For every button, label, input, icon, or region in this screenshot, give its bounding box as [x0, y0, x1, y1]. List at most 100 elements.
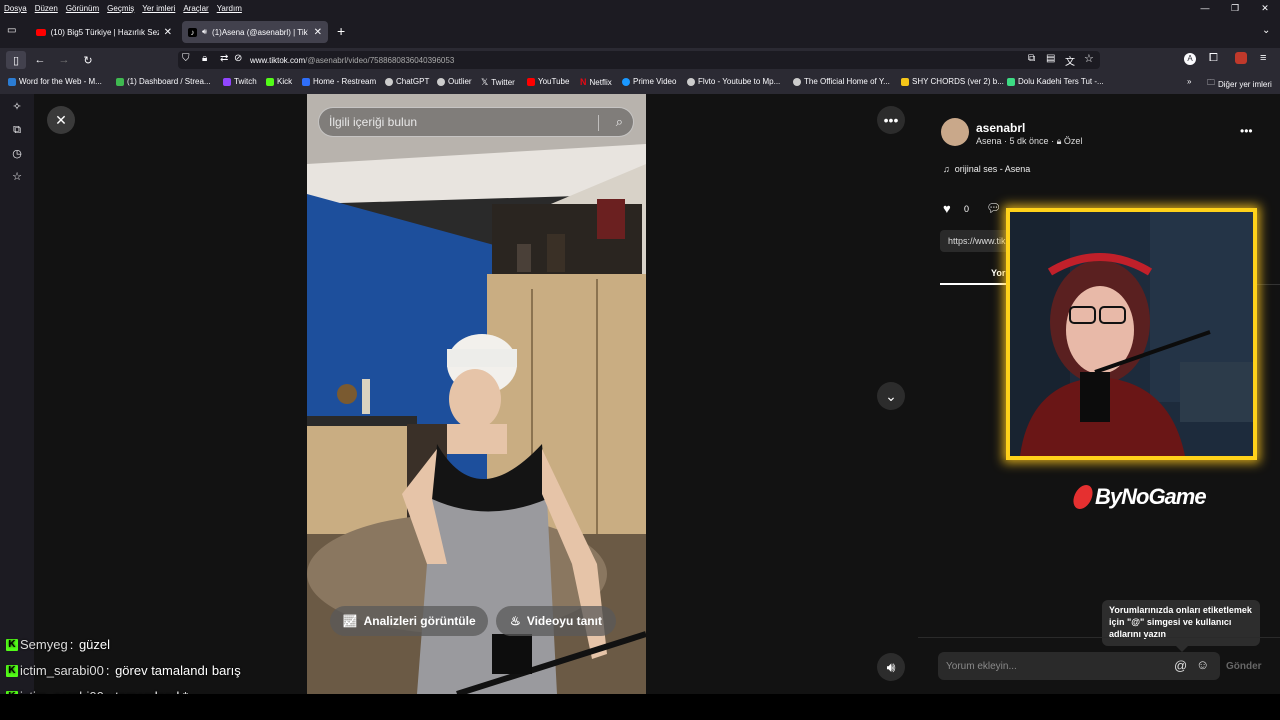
translate-icon[interactable]: 文: [1065, 53, 1075, 68]
posted-time: 5 dk önce: [1009, 136, 1049, 146]
menu-bar: Dosya Düzen Görünüm Geçmiş Yer imleri Ar…: [0, 0, 1280, 16]
reload-button[interactable]: ↻: [78, 48, 98, 72]
related-content-search-input[interactable]: İlgili içeriği bulun ⌕: [318, 107, 634, 137]
search-icon[interactable]: ⌕: [616, 114, 623, 130]
bookmark-item[interactable]: Flvto - Youtube to Mp...: [687, 77, 780, 86]
send-button[interactable]: Gönder: [1226, 661, 1262, 672]
comment-input[interactable]: Yorum ekleyin... @ ☺: [938, 652, 1220, 680]
flame-icon: ♨: [510, 614, 521, 628]
mention-at-icon[interactable]: @: [1174, 658, 1187, 673]
bookmark-label: YouTube: [538, 77, 570, 86]
extensions-icon[interactable]: ⧠: [1209, 52, 1218, 65]
window-close-button[interactable]: ✕: [1250, 0, 1280, 16]
bookmark-item[interactable]: Prime Video: [622, 77, 676, 86]
next-video-chevron-icon[interactable]: ⌄: [877, 382, 905, 410]
more-bookmarks-chevron-icon[interactable]: »: [1187, 77, 1191, 86]
tab-title: (10) Big5 Türkiye | Hazırlık Sezon: [50, 27, 159, 37]
bookmark-label: Word for the Web - M...: [19, 77, 102, 86]
panel-more-icon[interactable]: •••: [1240, 124, 1253, 138]
comment-icon[interactable]: 💬︎: [986, 201, 1001, 215]
menu-file[interactable]: Dosya: [4, 4, 27, 13]
tab-youtube[interactable]: (10) Big5 Türkiye | Hazırlık Sezon ✕: [30, 21, 178, 43]
sidebar-toggle-icon[interactable]: ▯: [6, 51, 26, 69]
close-tab-icon[interactable]: ✕: [164, 27, 172, 38]
bookmark-label: Twitch: [234, 77, 257, 86]
list-tabs-chevron-icon[interactable]: ⌄: [1262, 25, 1270, 36]
restore-button[interactable]: ❐: [1220, 0, 1250, 16]
bookmark-item[interactable]: Home - Restream: [302, 77, 376, 86]
bookmark-item[interactable]: Outlier: [437, 77, 472, 86]
menu-hamburger-icon[interactable]: ≡: [1260, 52, 1266, 64]
avatar[interactable]: [941, 118, 969, 146]
bookmark-item[interactable]: SHY CHORDS (ver 2) b...: [901, 77, 1004, 86]
minimize-button[interactable]: —: [1190, 0, 1220, 16]
pip-icon[interactable]: ⧉: [1028, 53, 1035, 64]
menu-tools[interactable]: Araçlar: [183, 4, 208, 13]
bookmark-item[interactable]: YouTube: [527, 77, 569, 86]
author-name: Asena: [976, 136, 1002, 146]
bookmark-item[interactable]: The Official Home of Y...: [793, 77, 890, 86]
bookmark-item[interactable]: N Netflix: [580, 77, 612, 87]
menu-help[interactable]: Yardım: [217, 4, 242, 13]
sound-info[interactable]: ♫ orijinal ses - Asena: [943, 164, 1030, 174]
author-handle[interactable]: asenabrl: [976, 121, 1025, 135]
lock-icon: 🔒︎: [1056, 136, 1062, 146]
prime-video-icon: [622, 77, 630, 86]
bookmark-item[interactable]: Word for the Web - M...: [8, 77, 102, 86]
close-video-button[interactable]: ✕: [47, 106, 75, 134]
search-placeholder: İlgili içeriği bulun: [329, 115, 418, 129]
menu-view[interactable]: Görünüm: [66, 4, 99, 13]
promote-video-label: Videoyu tanıt: [526, 614, 602, 628]
star-icon[interactable]: ☆: [1084, 52, 1094, 65]
bookmarks-star-icon[interactable]: ☆: [9, 170, 25, 186]
video-player[interactable]: [307, 94, 646, 694]
bookmark-item[interactable]: Dolu Kadehi Ters Tut -...: [1007, 77, 1104, 86]
more-options-button[interactable]: •••: [877, 106, 905, 134]
bookmark-item[interactable]: 𝕏 Twitter: [481, 77, 515, 88]
permissions-icon[interactable]: ⇄: [220, 53, 228, 64]
bynogame-logo-icon: [1070, 485, 1096, 509]
close-tab-icon[interactable]: ✕: [314, 27, 322, 38]
ai-chatbot-icon[interactable]: ✧: [9, 100, 25, 116]
lock-icon[interactable]: 🔒︎: [202, 53, 207, 64]
brand-name: ByNoGame: [1095, 484, 1207, 509]
bookmark-item[interactable]: ChatGPT: [385, 77, 429, 86]
bookmark-item[interactable]: (1) Dashboard / Strea...: [116, 77, 211, 86]
webcam-overlay: [1006, 208, 1257, 460]
back-button[interactable]: ←: [30, 48, 50, 72]
view-analytics-label: Analizleri görüntüle: [363, 614, 476, 628]
url-bar[interactable]: www.tiktok.com/@asenabrl/video/758868083…: [178, 51, 1100, 69]
bookmark-item[interactable]: Kick: [266, 77, 292, 86]
view-analytics-button[interactable]: 📈︎ Analizleri görüntüle: [330, 606, 488, 636]
emoji-icon[interactable]: ☺: [1196, 657, 1209, 672]
other-bookmarks[interactable]: 🗀︎ Diğer yer imleri: [1207, 77, 1272, 91]
account-icon[interactable]: A: [1184, 53, 1196, 65]
menu-edit[interactable]: Düzen: [35, 4, 58, 13]
shield-icon[interactable]: ⛉: [182, 53, 190, 64]
menu-bookmarks[interactable]: Yer imleri: [142, 4, 175, 13]
synced-tabs-icon[interactable]: ⧉: [9, 124, 25, 140]
twitch-icon: [223, 77, 231, 86]
volume-icon[interactable]: 🔊︎: [877, 653, 905, 681]
brand-logo: ByNoGame: [1070, 484, 1207, 510]
heart-icon[interactable]: ♥: [943, 201, 951, 216]
extension-badge-icon[interactable]: [1235, 52, 1247, 64]
speaker-icon[interactable]: 🔊︎: [202, 27, 207, 37]
bookmark-label: Twitter: [491, 78, 515, 87]
chat-text: görev tamalandı barış: [115, 663, 241, 678]
autoplay-blocked-icon[interactable]: ⊘: [234, 53, 242, 64]
reader-view-icon[interactable]: ▤: [1046, 53, 1055, 64]
x-twitter-icon: 𝕏: [481, 77, 489, 87]
history-icon[interactable]: ◷: [9, 147, 25, 163]
promote-video-button[interactable]: ♨ Videoyu tanıt: [496, 606, 616, 636]
menu-history[interactable]: Geçmiş: [107, 4, 134, 13]
forward-button[interactable]: →: [54, 48, 74, 72]
chatgpt-icon: [385, 77, 393, 86]
tab-overview-icon[interactable]: ▭: [7, 25, 16, 36]
dashboard-icon: [116, 77, 124, 86]
tooltip-text: Yorumlarınızda onları etiketlemek için "…: [1109, 605, 1252, 639]
new-tab-button[interactable]: +: [337, 23, 345, 39]
url-path: /@asenabrl/video/7588680836040396053: [305, 55, 455, 65]
tab-tiktok[interactable]: ♪ 🔊︎ (1)Asena (@asenabrl) | TikTok ✕: [182, 21, 328, 43]
bookmark-item[interactable]: Twitch: [223, 77, 257, 86]
